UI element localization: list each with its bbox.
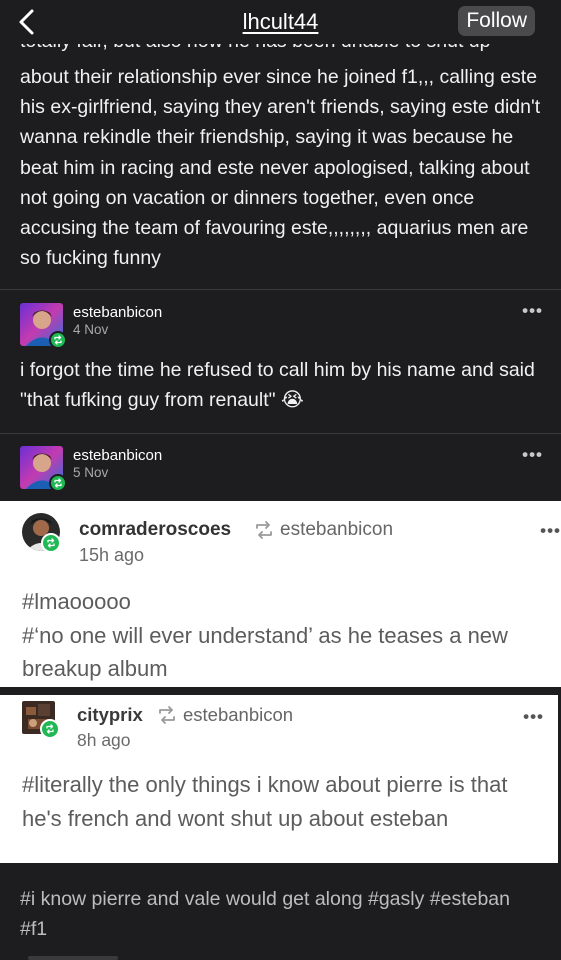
reblog-icon xyxy=(49,331,67,349)
divider xyxy=(0,289,561,290)
card-username[interactable]: cityprix xyxy=(77,704,143,726)
reblog-icon xyxy=(40,719,60,739)
reblog-card: cityprix estebanbicon 8h ago ••• #litera… xyxy=(0,695,558,863)
scroll-indicator xyxy=(28,956,118,960)
reblog-date: 5 Nov xyxy=(73,465,109,480)
reblog-text: i forgot the time he refused to call him… xyxy=(20,359,535,412)
reblogged-from[interactable]: estebanbicon xyxy=(254,519,393,541)
follow-button[interactable]: Follow xyxy=(458,6,535,36)
more-dots-icon[interactable]: ••• xyxy=(523,707,544,727)
more-dots-icon[interactable]: ••• xyxy=(540,521,561,541)
card-timestamp: 8h ago xyxy=(77,730,131,750)
tag[interactable]: #lmaooooo xyxy=(22,585,542,619)
reblog-date: 4 Nov xyxy=(73,322,109,337)
card-username[interactable]: comraderoscoes xyxy=(79,519,231,541)
post-body: about their relationship ever since he j… xyxy=(0,62,561,274)
reblogged-from[interactable]: estebanbicon xyxy=(157,704,293,726)
tag[interactable]: #‘no one will ever understand’ as he tea… xyxy=(22,619,542,686)
post-body-text: about their relationship ever since he j… xyxy=(20,66,541,270)
reblog-icon xyxy=(41,533,61,553)
card-tags: #lmaooooo #‘no one will ever understand’… xyxy=(22,585,542,686)
reblog-icon xyxy=(159,706,175,724)
post-tags[interactable]: #i know pierre and vale would get along … xyxy=(20,884,540,944)
reblog-source-username[interactable]: estebanbicon xyxy=(280,519,393,541)
more-dots-icon[interactable]: ••• xyxy=(522,301,543,321)
card-timestamp: 15h ago xyxy=(79,545,145,565)
reblog-icon xyxy=(256,521,272,539)
reblog-username[interactable]: estebanbicon xyxy=(73,304,162,321)
reblog-card: comraderoscoes estebanbicon 15h ago ••• … xyxy=(0,501,561,687)
more-dots-icon[interactable]: ••• xyxy=(522,445,543,465)
divider xyxy=(0,433,561,434)
reblog-icon xyxy=(49,474,67,492)
top-navigation-bar: lhcult44 Follow xyxy=(0,0,561,44)
reblog-source-username[interactable]: estebanbicon xyxy=(183,704,293,726)
card-tags: #literally the only things i know about … xyxy=(22,768,522,835)
tag[interactable]: #literally the only things i know about … xyxy=(22,768,522,835)
reblog-username[interactable]: estebanbicon xyxy=(73,447,162,464)
